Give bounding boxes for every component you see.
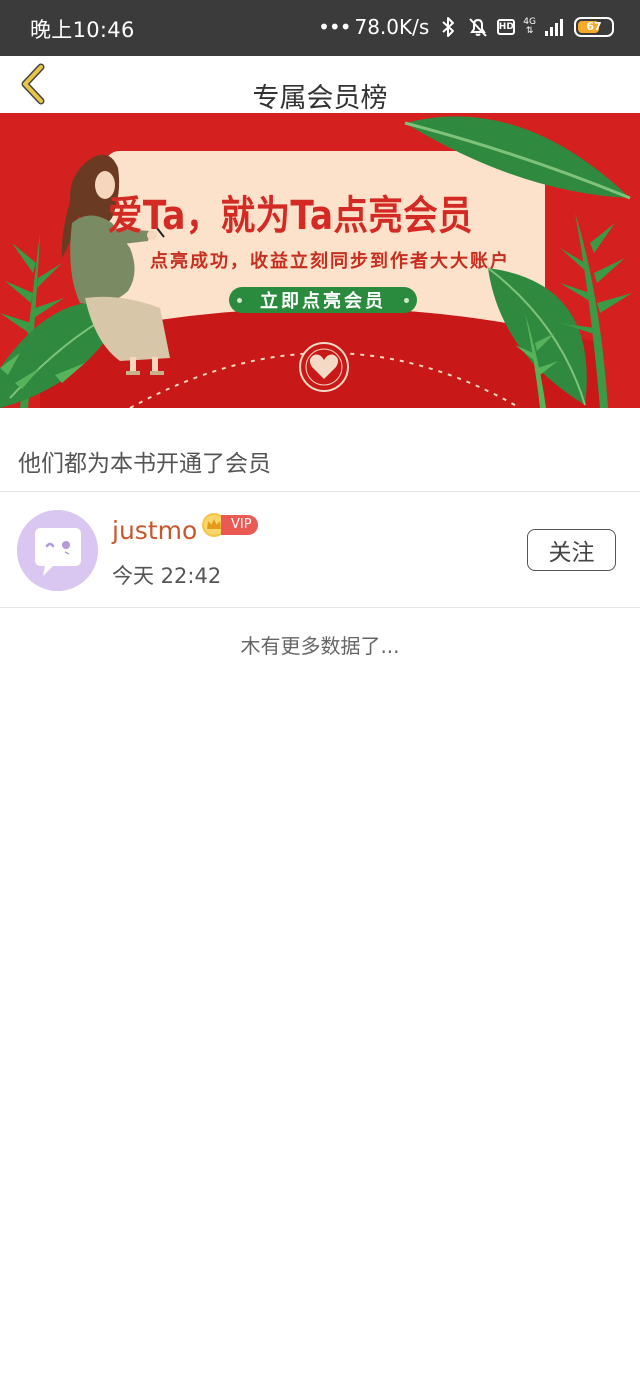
more-dots-icon: •••: [318, 15, 351, 39]
follow-button[interactable]: 关注: [527, 529, 616, 571]
member-name[interactable]: justmo: [112, 516, 197, 545]
status-bar: 晚上10:46 ••• 78.0K/s HD 4G ⇅ 67: [0, 0, 640, 56]
vip-badge: VIP: [221, 515, 258, 535]
page-title: 专属会员榜: [252, 83, 388, 114]
light-up-membership-button[interactable]: 立即点亮会员: [229, 287, 417, 313]
membership-banner[interactable]: 爱Ta，就为Ta点亮会员 点亮成功，收益立刻同步到作者大大账户 立即点亮会员: [0, 113, 640, 408]
battery-icon: 67: [574, 17, 614, 37]
section-header: 他们都为本书开通了会员: [0, 408, 640, 492]
section-title: 他们都为本书开通了会员: [18, 451, 271, 477]
network-speed: 78.0K/s: [354, 15, 430, 39]
network-type: 4G ⇅: [523, 17, 536, 36]
status-time: 晚上10:46: [30, 18, 135, 42]
no-more-data-text: 木有更多数据了...: [240, 634, 400, 658]
member-join-time: 今天 22:42: [112, 564, 222, 588]
banner-subtitle: 点亮成功，收益立刻同步到作者大大账户: [150, 251, 510, 272]
battery-percent: 67: [586, 20, 602, 33]
avatar[interactable]: [17, 510, 98, 591]
signal-icon: [545, 19, 563, 36]
chat-bubble-avatar-icon: [17, 510, 98, 591]
hd-icon: HD: [497, 19, 516, 35]
bluetooth-icon: [442, 17, 455, 37]
member-list-item[interactable]: justmo VIP 今天 22:42 关注: [0, 492, 640, 608]
banner-headline: 爱Ta，就为Ta点亮会员: [108, 193, 473, 239]
title-bar: 专属会员榜: [0, 56, 640, 114]
bell-off-icon: [469, 18, 488, 37]
status-icons: ••• 78.0K/s HD 4G ⇅ 67: [318, 13, 614, 41]
